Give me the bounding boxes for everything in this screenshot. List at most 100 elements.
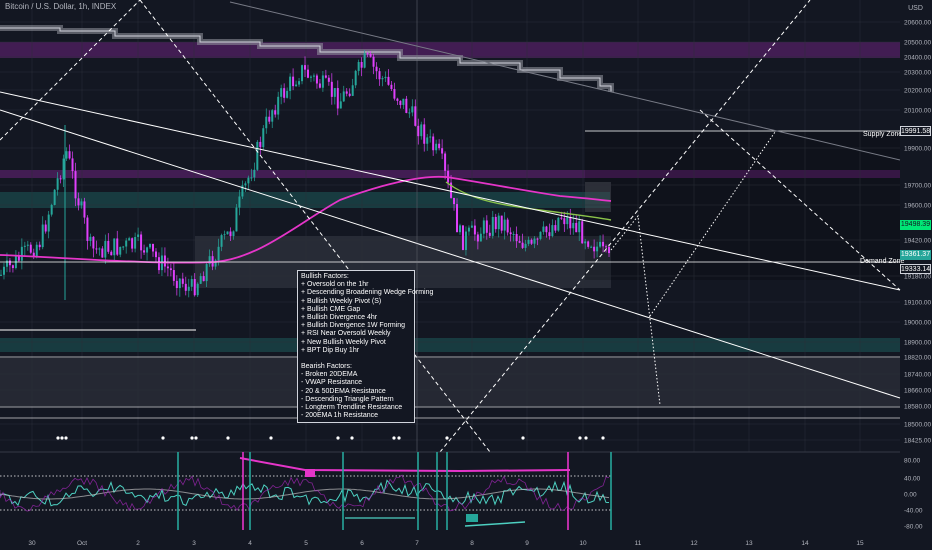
- candle-body: [134, 236, 137, 249]
- candle-body: [551, 225, 554, 237]
- candle-body: [426, 137, 429, 144]
- price-tick: 19700.00: [904, 183, 931, 190]
- candle-body: [515, 233, 518, 242]
- candle-body: [438, 143, 441, 149]
- candle-body: [575, 222, 578, 233]
- oscillator-tick: 80.00: [904, 458, 921, 465]
- candle-body: [298, 81, 301, 85]
- bullish-factor: + Bullish Divergence 1W Forming: [301, 322, 406, 330]
- candle-body: [229, 231, 232, 237]
- candle-body: [172, 270, 175, 281]
- candle-body: [608, 246, 611, 254]
- candle-body: [202, 276, 205, 282]
- candle-body: [11, 265, 14, 269]
- price-tick: 19600.00: [904, 203, 931, 210]
- candle-body: [533, 238, 536, 244]
- candle-body: [23, 245, 26, 247]
- candle-body: [587, 241, 590, 247]
- candle-body: [29, 244, 32, 253]
- candle-body: [554, 225, 557, 231]
- bullish-factor: + Bullish Divergence 4hr: [301, 314, 378, 322]
- price-tick: 18900.00: [904, 340, 931, 347]
- bearish-title: Bearish Factors:: [301, 363, 352, 371]
- candle-body: [521, 242, 524, 248]
- price-tick: 19420.00: [904, 238, 931, 245]
- candle-body: [205, 264, 208, 282]
- candle-body: [494, 216, 497, 230]
- candle-body: [232, 231, 235, 237]
- signal-dot: [521, 436, 525, 440]
- oscillator-tick: -80.00: [904, 524, 923, 531]
- candle-body: [381, 78, 384, 80]
- candle-body: [146, 247, 149, 253]
- candle-body: [262, 128, 265, 148]
- demand-band-lower: [0, 338, 900, 352]
- candle-body: [423, 124, 426, 144]
- signal-dot: [161, 436, 165, 440]
- candle-body: [104, 240, 107, 258]
- candle-body: [590, 246, 593, 248]
- candle-body: [137, 234, 140, 237]
- candle-body: [509, 232, 512, 235]
- bearish-factor: - 20 & 50DEMA Resistance: [301, 387, 386, 395]
- candle-body: [444, 153, 447, 171]
- candle-body: [193, 279, 196, 296]
- signal-dot: [64, 436, 68, 440]
- time-tick: 12: [690, 540, 698, 547]
- candle-body: [548, 232, 551, 237]
- candle-body: [250, 177, 253, 179]
- time-tick: 6: [360, 540, 364, 547]
- candle-body: [396, 98, 399, 101]
- demand-zone-label: Demand Zone: [860, 258, 905, 265]
- candle-body: [101, 248, 104, 258]
- signal-dot: [336, 436, 340, 440]
- bearish-factor: - Broken 20DEMA: [301, 371, 358, 379]
- candle-body: [280, 88, 283, 97]
- candle-body: [318, 83, 321, 88]
- candle-body: [545, 226, 548, 233]
- candle-body: [354, 70, 357, 86]
- candle-body: [125, 240, 128, 247]
- candle-body: [44, 224, 47, 232]
- candle-body: [190, 279, 193, 287]
- candle-body: [342, 91, 345, 102]
- candle-body: [277, 96, 280, 115]
- candle-body: [259, 141, 262, 148]
- candle-body: [74, 171, 77, 199]
- candle-body: [62, 158, 65, 180]
- candle-body: [569, 217, 572, 229]
- candle-body: [333, 88, 336, 97]
- candle-body: [268, 116, 271, 122]
- price-tick: 20500.00: [904, 40, 931, 47]
- candle-body: [292, 76, 295, 87]
- candle-body: [596, 246, 599, 252]
- candle-body: [122, 246, 125, 248]
- candle-body: [116, 238, 119, 255]
- candle-body: [467, 227, 470, 232]
- price-tag-supply: 19991.58: [900, 126, 931, 136]
- signal-dot: [584, 436, 588, 440]
- candle-body: [274, 110, 277, 115]
- time-tick: 4: [248, 540, 252, 547]
- candle-body: [399, 100, 402, 105]
- signal-dot: [397, 436, 401, 440]
- time-tick: 15: [856, 540, 864, 547]
- candle-body: [348, 93, 351, 96]
- candle-body: [226, 231, 229, 235]
- price-chart[interactable]: 20600.00 20500.00 20400.00 20300.00 20200.00…: [0, 0, 932, 550]
- candle-body: [387, 76, 390, 85]
- price-tick: 18580.00: [904, 404, 931, 411]
- oscillator-tick: -40.00: [904, 508, 923, 515]
- candle-body: [131, 238, 134, 249]
- oscillator-tick: 40.00: [904, 476, 921, 483]
- candle-body: [470, 225, 473, 228]
- candle-body: [336, 88, 339, 109]
- candle-body: [464, 231, 467, 250]
- candle-body: [453, 197, 456, 205]
- candle-body: [512, 233, 515, 235]
- signal-dots: [56, 436, 605, 440]
- candle-body: [420, 124, 423, 137]
- candle-body: [584, 241, 587, 244]
- candle-body: [339, 101, 342, 109]
- candle-body: [80, 201, 83, 206]
